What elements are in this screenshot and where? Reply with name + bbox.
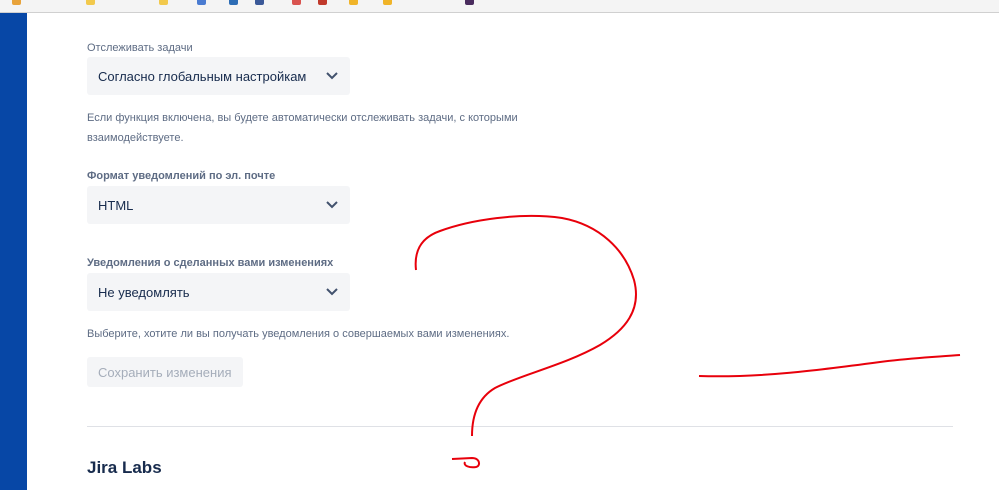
jira-labs-heading: Jira Labs — [87, 458, 162, 477]
track-issues-select[interactable]: Согласно глобальным настройкам — [87, 57, 350, 95]
track-issues-value: Согласно глобальным настройкам — [98, 68, 307, 84]
browser-bookmarks-bar — [0, 0, 999, 13]
sidebar — [0, 13, 27, 490]
email-format-value: HTML — [98, 197, 134, 213]
email-format-label: Формат уведомлений по эл. почте — [87, 170, 276, 182]
bookmark-icon[interactable] — [229, 0, 238, 5]
chevron-down-icon — [325, 285, 339, 299]
own-changes-value: Не уведомлять — [98, 284, 190, 300]
own-changes-help: Выберите, хотите ли вы получать уведомле… — [87, 328, 510, 340]
bookmark-icon[interactable] — [318, 0, 327, 5]
bookmark-icon[interactable] — [349, 0, 358, 5]
save-changes-button[interactable]: Сохранить изменения — [87, 357, 243, 387]
email-format-select[interactable]: HTML — [87, 186, 350, 224]
section-divider — [87, 426, 953, 427]
own-changes-label: Уведомления о сделанных вами изменениях — [87, 257, 334, 269]
bookmark-icon[interactable] — [159, 0, 168, 5]
dash-stroke — [698, 354, 961, 378]
bookmark-icon[interactable] — [86, 0, 95, 5]
track-issues-label: Отслеживать задачи — [87, 42, 193, 54]
own-changes-select[interactable]: Не уведомлять — [87, 273, 350, 311]
bookmark-icon[interactable] — [255, 0, 264, 5]
bookmark-icon[interactable] — [197, 0, 206, 5]
chevron-down-icon — [325, 198, 339, 212]
question-mark-dot — [451, 456, 481, 469]
chevron-down-icon — [325, 69, 339, 83]
bookmark-icon[interactable] — [12, 0, 21, 5]
track-issues-help: Если функция включена, вы будете автомат… — [87, 112, 518, 144]
bookmark-icon[interactable] — [465, 0, 474, 5]
bookmark-icon[interactable] — [292, 0, 301, 5]
bookmark-icon[interactable] — [383, 0, 392, 5]
